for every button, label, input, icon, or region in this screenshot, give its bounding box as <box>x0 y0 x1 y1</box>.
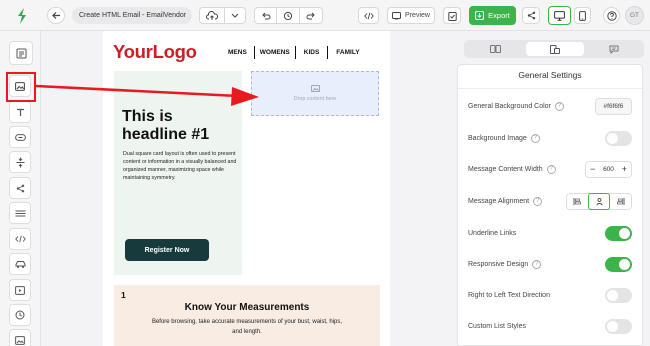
annotation-arrow <box>35 84 259 106</box>
